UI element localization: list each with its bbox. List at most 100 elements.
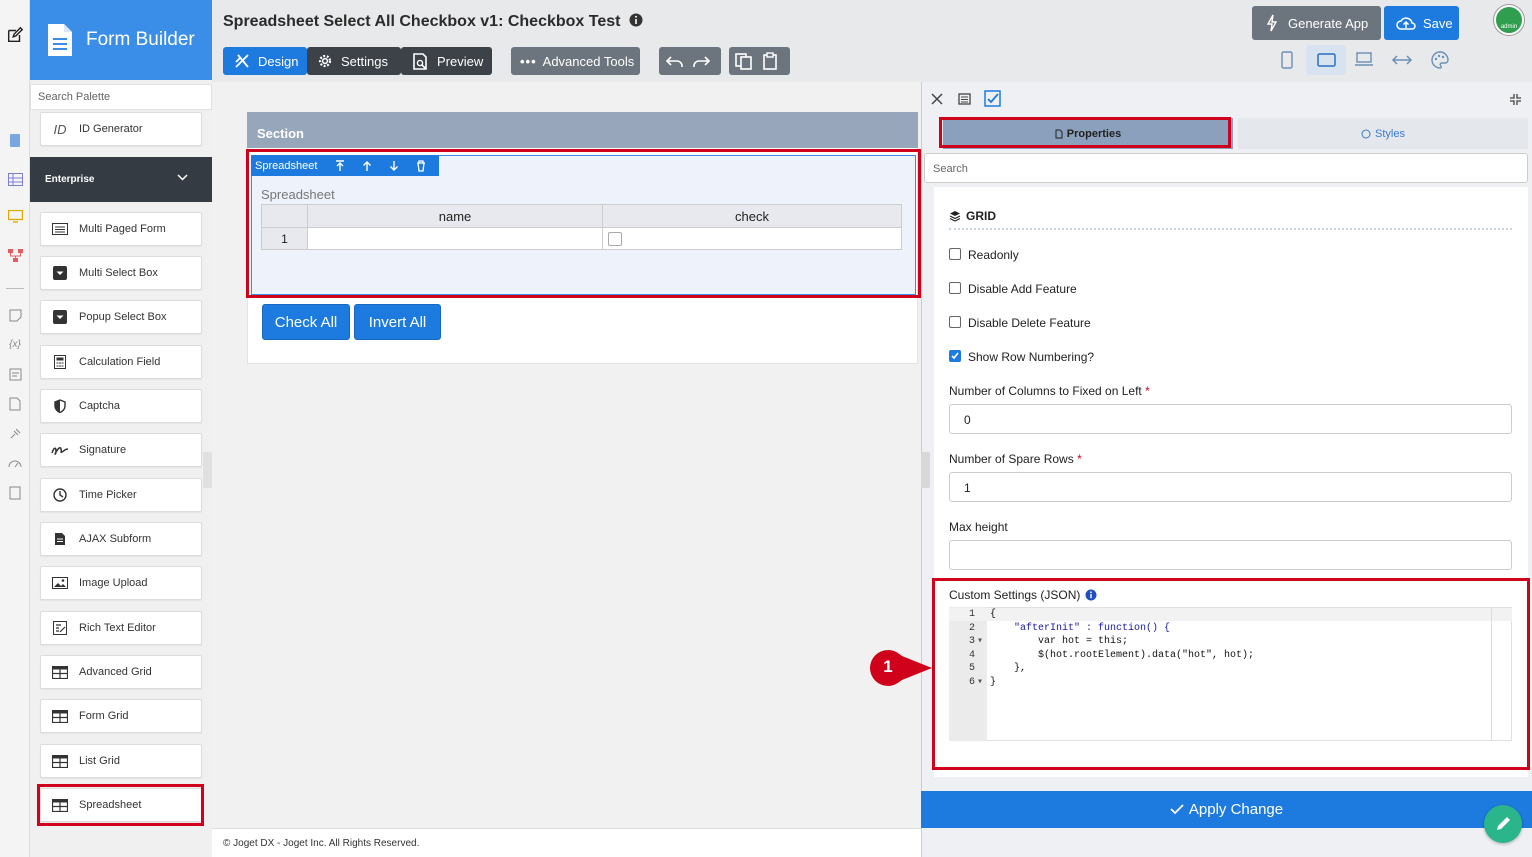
collapse-icon[interactable] [1509,93,1522,106]
palette-item[interactable]: Calculation Field [40,345,202,379]
palette-item[interactable]: Captcha [40,389,202,423]
redo-icon[interactable] [691,53,711,69]
variables-icon[interactable]: {x} [6,335,24,353]
max-height-input[interactable] [949,540,1512,570]
logs-icon[interactable] [6,484,24,502]
footer: © Joget DX - Joget Inc. All Rights Reser… [212,828,921,857]
quick-edit-button[interactable] [1484,805,1522,843]
fold-marker-icon[interactable]: ▾ [977,635,989,649]
plugin-icon[interactable] [6,424,24,442]
tablet-view-button[interactable] [1306,45,1346,75]
show-row-numbering-checkbox[interactable] [949,350,961,362]
palette-item-label: Multi Select Box [79,267,158,279]
palette-item[interactable]: Form Grid [40,699,202,733]
avatar[interactable]: admin [1494,5,1524,35]
apply-change-button[interactable]: Apply Change [921,791,1532,828]
grid-cell-name[interactable] [308,228,603,249]
tab-preview[interactable]: Preview [401,47,492,75]
paste-icon[interactable] [762,52,778,70]
palette-item[interactable]: AJAX Subform [40,522,202,556]
tab-label: Settings [341,53,388,69]
line-number: 5 [968,663,975,674]
palette-item[interactable]: Rich Text Editor [40,611,202,645]
disable-add-checkbox[interactable] [949,282,961,294]
palette-item-label: Calculation Field [79,356,161,368]
brand-title: Form Builder [86,29,195,50]
form-icon[interactable] [6,131,24,149]
properties-resize-handle[interactable] [921,452,930,488]
column-header-check[interactable]: check [603,205,901,228]
advanced-tools-button[interactable]: ••• Advanced Tools [511,47,640,75]
palette-item[interactable]: Time Picker [40,478,202,512]
generate-app-button[interactable]: Generate App [1252,6,1381,40]
process-icon[interactable] [6,246,24,264]
palette-item[interactable]: Multi Paged Form [40,212,202,246]
copy-icon[interactable] [734,52,754,70]
fixed-columns-input[interactable]: 0 [949,404,1512,434]
trash-icon[interactable] [416,159,426,172]
code-line: }, [990,663,1027,674]
palette-theme-icon[interactable] [1431,51,1449,69]
undo-redo-group [659,47,721,75]
close-icon[interactable] [931,93,943,105]
mobile-view-icon[interactable] [1281,51,1293,69]
palette-item[interactable]: Image Upload [40,566,202,600]
undo-icon[interactable] [665,53,685,69]
info-icon[interactable] [629,13,643,27]
tab-styles[interactable]: Styles [1238,118,1528,149]
move-up-icon[interactable] [362,160,372,172]
table-icon [41,754,79,768]
note-icon[interactable] [6,306,24,324]
palette-item[interactable]: Advanced Grid [40,655,202,689]
tab-settings[interactable]: Settings [307,47,401,75]
cloud-upload-icon [1396,15,1416,31]
palette-search-input[interactable]: Search Palette [30,84,212,110]
palette-category-enterprise[interactable]: Enterprise [30,157,212,202]
table-icon [41,709,79,723]
fold-marker-icon[interactable]: ▾ [977,676,989,690]
check-all-button[interactable]: Check All [262,304,350,340]
fixed-columns-label: Number of Columns to Fixed on Left * [949,384,1150,398]
palette-item-label: Rich Text Editor [79,622,156,634]
button-label: Advanced Tools [542,53,635,69]
laptop-view-icon[interactable] [1354,52,1374,67]
label-text: Number of Columns to Fixed on Left [949,384,1142,398]
palette-item[interactable]: Popup Select Box [40,300,202,334]
edit-icon[interactable] [6,26,24,44]
check-square-icon[interactable] [984,90,1001,107]
save-button[interactable]: Save [1384,6,1459,40]
resources-icon[interactable] [6,365,24,383]
code-line: { [990,609,997,620]
performance-icon[interactable] [6,454,24,472]
page-title: Spreadsheet Select All Checkbox v1: Chec… [223,13,643,31]
invert-all-button[interactable]: Invert All [354,304,441,340]
palette-item-label: Spreadsheet [79,799,142,811]
spare-rows-input[interactable]: 1 [949,472,1512,502]
readonly-checkbox[interactable] [949,248,961,260]
userview-icon[interactable] [6,207,24,225]
palette-resize-handle[interactable] [203,452,212,488]
datalist-icon[interactable] [6,170,24,188]
move-down-icon[interactable] [389,160,399,172]
palette-item[interactable]: Signature [40,433,202,467]
tab-properties[interactable]: Properties [943,118,1233,149]
tab-design[interactable]: Design [223,47,307,75]
palette-item-id-generator[interactable]: ID ID Generator [40,112,202,146]
copy-paste-group [729,47,790,75]
line-number: 6 [968,676,975,688]
full-width-icon[interactable] [1391,53,1413,67]
disable-delete-checkbox[interactable] [949,316,961,328]
id-icon: ID [53,121,67,137]
document-icon[interactable] [6,395,24,413]
column-header-name[interactable]: name [308,205,603,228]
palette-item[interactable]: Multi Select Box [40,256,202,290]
window-icon[interactable] [958,93,971,105]
move-top-icon[interactable] [335,159,345,172]
section-header[interactable]: Section [247,112,918,148]
palette-item[interactable]: Spreadsheet [40,788,202,822]
grid-cell-checkbox[interactable] [608,232,622,246]
info-icon[interactable] [1085,589,1097,601]
palette-item[interactable]: List Grid [40,744,202,778]
palette-item-label: AJAX Subform [79,533,152,545]
properties-search-input[interactable]: Search [924,153,1528,183]
